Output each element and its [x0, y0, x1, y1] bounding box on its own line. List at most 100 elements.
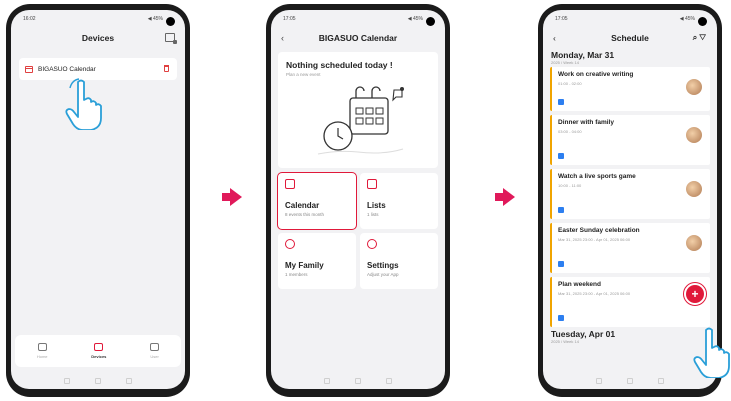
devices-icon: [94, 343, 104, 351]
day-header-mon: Monday, Mar 31 2025 / Week 14: [543, 48, 717, 67]
home-icon: [37, 343, 47, 351]
devices-header: Devices: [11, 28, 185, 48]
recent-apps-icon[interactable]: [595, 378, 602, 384]
devices-screen: 16:02 ◀ 45% Devices BIGASUO Calendar Hom…: [11, 10, 185, 389]
calendar-tag-icon: [558, 261, 564, 267]
nav-home-label: Home: [36, 354, 48, 359]
nav-home[interactable]: Home: [37, 343, 48, 359]
status-bar: 16:02 ◀ 45%: [11, 10, 185, 28]
status-indicators: ◀ 45%: [679, 16, 695, 22]
calendar-icon: [285, 179, 295, 189]
today-summary-card[interactable]: Nothing scheduled today ! Plan a new eve…: [278, 52, 438, 168]
calendar-home-screen: 17:05 ◀ 45% ‹ BIGASUO Calendar Nothing s…: [271, 10, 445, 389]
device-name: BIGASUO Calendar: [38, 65, 96, 73]
event-title: Easter Sunday celebration: [558, 227, 640, 234]
system-nav-bar: [11, 378, 185, 384]
home-button-icon[interactable]: [94, 378, 101, 384]
calendar-tag-icon: [558, 99, 564, 105]
tile-calendar-label: Calendar: [285, 201, 320, 210]
status-indicators: ◀ 45%: [407, 16, 423, 22]
recent-apps-icon[interactable]: [63, 378, 70, 384]
page-title: Devices: [81, 33, 115, 43]
calendar-clock-illustration: [317, 86, 404, 155]
add-event-button[interactable]: +: [683, 282, 707, 306]
front-camera: [426, 17, 435, 26]
status-indicators: ◀ 45%: [147, 16, 163, 22]
calendar-tag-icon: [558, 207, 564, 213]
event-title: Work on creative writing: [558, 71, 634, 78]
tile-lists-label: Lists: [367, 201, 386, 210]
day-heading: Monday, Mar 31: [551, 50, 615, 60]
tile-calendar[interactable]: Calendar 8 events this month: [277, 172, 357, 230]
tile-lists[interactable]: Lists 1 lists: [360, 173, 438, 229]
event-title: Watch a live sports game: [558, 173, 636, 180]
schedule-screen: 17:05 ◀ 45% ‹ Schedule ⌕▽ Monday, Mar 31…: [543, 10, 717, 389]
tile-lists-sub: 1 lists: [367, 212, 379, 217]
tile-calendar-sub: 8 events this month: [285, 212, 325, 217]
calendar-header: ‹ BIGASUO Calendar: [271, 28, 445, 48]
event-item[interactable]: Dinner with family 03:00 - 04:00: [550, 115, 710, 165]
back-icon[interactable]: ‹: [553, 33, 556, 43]
page-title[interactable]: Schedule: [611, 33, 649, 43]
status-time: 17:05: [555, 16, 568, 22]
search-filter-icons[interactable]: ⌕▽: [693, 33, 708, 43]
home-button-icon[interactable]: [626, 378, 633, 384]
flow-arrow-1: [222, 188, 242, 206]
device-item-bigasuo[interactable]: BIGASUO Calendar: [19, 58, 177, 80]
list-icon: [367, 179, 377, 189]
flow-arrow-2: [495, 188, 515, 206]
back-button-icon[interactable]: [658, 378, 665, 384]
schedule-header: ‹ Schedule ⌕▽: [543, 28, 717, 48]
back-button-icon[interactable]: [126, 378, 133, 384]
nav-user[interactable]: User: [150, 343, 160, 359]
back-button-icon[interactable]: [386, 378, 393, 384]
event-time: 10:00 - 11:00: [558, 183, 582, 188]
nav-user-label: User: [150, 354, 159, 359]
event-item[interactable]: Watch a live sports game 10:00 - 11:00: [550, 169, 710, 219]
nav-devices-label: Devices: [91, 354, 107, 359]
event-time: 01:00 - 02:00: [558, 81, 582, 86]
status-time: 17:05: [283, 16, 296, 22]
hero-title: Nothing scheduled today !: [286, 60, 393, 70]
hero-subtitle: Plan a new event: [286, 72, 321, 77]
event-item[interactable]: Work on creative writing 01:00 - 02:00: [550, 67, 710, 111]
event-time: Mar 31, 2025 23:00 - Apr 01, 2025 06:00: [558, 291, 631, 296]
avatar: [686, 79, 702, 95]
tile-settings-sub: Adjust your App: [367, 272, 399, 277]
tap-hand-icon: [693, 327, 730, 378]
calendar-device-icon: [25, 65, 33, 73]
status-bar: 17:05 ◀ 45%: [271, 10, 445, 28]
back-icon[interactable]: ‹: [281, 33, 284, 43]
day-header-tue: Tuesday, Apr 01 2025 / Week 14: [543, 327, 717, 346]
event-title: Dinner with family: [558, 119, 614, 126]
status-bar: 17:05 ◀ 45%: [543, 10, 717, 28]
feature-tiles: Calendar 8 events this month Lists 1 lis…: [277, 172, 438, 289]
tap-hand-icon: [65, 78, 102, 130]
delete-icon[interactable]: [164, 65, 169, 72]
event-item[interactable]: Plan weekend Mar 31, 2025 23:00 - Apr 01…: [550, 277, 710, 327]
front-camera: [166, 17, 175, 26]
avatar: [686, 181, 702, 197]
tile-settings[interactable]: Settings Adjust your App: [360, 233, 438, 289]
family-icon: [285, 239, 295, 249]
tile-my-family[interactable]: My Family 1 members: [278, 233, 356, 289]
home-button-icon[interactable]: [354, 378, 361, 384]
event-time: 03:00 - 04:00: [558, 129, 582, 134]
system-nav-bar: [543, 378, 717, 384]
system-nav-bar: [271, 378, 445, 384]
event-item[interactable]: Easter Sunday celebration Mar 31, 2025 2…: [550, 223, 710, 273]
phone-devices: 16:02 ◀ 45% Devices BIGASUO Calendar Hom…: [6, 4, 190, 397]
tile-family-sub: 1 members: [285, 272, 308, 277]
add-device-icon[interactable]: [165, 33, 177, 44]
bottom-nav: Home Devices User: [15, 335, 181, 367]
day-heading: Tuesday, Apr 01: [551, 329, 616, 339]
calendar-tag-icon: [558, 315, 564, 321]
avatar: [686, 235, 702, 251]
avatar: [686, 127, 702, 143]
recent-apps-icon[interactable]: [323, 378, 330, 384]
user-icon: [150, 343, 160, 351]
tile-family-label: My Family: [285, 261, 324, 270]
event-title: Plan weekend: [558, 281, 601, 288]
nav-devices[interactable]: Devices: [91, 343, 106, 359]
phone-calendar-home: 17:05 ◀ 45% ‹ BIGASUO Calendar Nothing s…: [266, 4, 450, 397]
